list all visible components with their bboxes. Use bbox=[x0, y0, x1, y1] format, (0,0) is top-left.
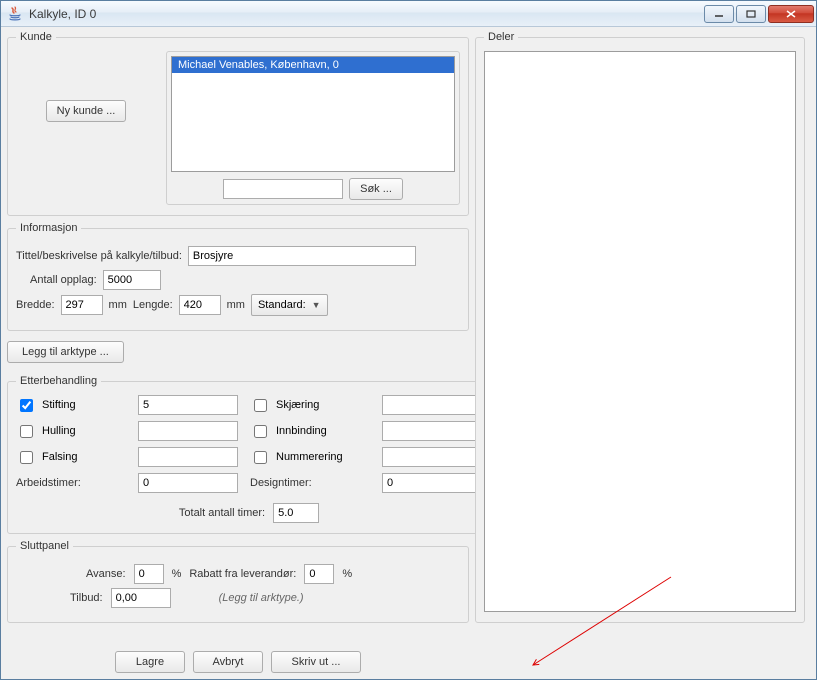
rabatt-input[interactable] bbox=[304, 564, 334, 584]
sluttpanel-group: Sluttpanel Avanse: % Rabatt fra leverand… bbox=[7, 540, 469, 623]
deler-group: Deler bbox=[475, 31, 805, 623]
deler-legend: Deler bbox=[484, 31, 518, 43]
java-icon bbox=[7, 6, 23, 22]
kunde-group: Kunde Ny kunde ... Michael Venables, Køb… bbox=[7, 31, 469, 216]
customer-search-input[interactable] bbox=[223, 179, 343, 199]
lengde-input[interactable] bbox=[179, 295, 221, 315]
print-button[interactable]: Skriv ut ... bbox=[271, 651, 361, 673]
nummerering-checkbox[interactable]: Nummerering bbox=[250, 448, 370, 467]
mm-label-2: mm bbox=[227, 299, 245, 311]
title-input[interactable] bbox=[188, 246, 416, 266]
window: Kalkyle, ID 0 Kunde Ny kunde ... bbox=[0, 0, 817, 680]
arktype-note: (Legg til arktype.) bbox=[219, 592, 304, 604]
save-button[interactable]: Lagre bbox=[115, 651, 185, 673]
skjaering-checkbox[interactable]: Skjæring bbox=[250, 396, 370, 415]
total-timer-input[interactable] bbox=[273, 503, 319, 523]
customer-search-button[interactable]: Søk ... bbox=[349, 178, 403, 200]
rabatt-pct: % bbox=[342, 568, 352, 580]
bredde-input[interactable] bbox=[61, 295, 103, 315]
new-customer-button[interactable]: Ny kunde ... bbox=[46, 100, 127, 122]
mm-label-1: mm bbox=[109, 299, 127, 311]
designtimer-label: Designtimer: bbox=[250, 477, 370, 489]
add-arktype-button[interactable]: Legg til arktype ... bbox=[7, 341, 124, 363]
lengde-label: Lengde: bbox=[133, 299, 173, 311]
close-button[interactable] bbox=[768, 5, 814, 23]
falsing-label: Falsing bbox=[42, 451, 77, 463]
hulling-input[interactable] bbox=[138, 421, 238, 441]
cancel-button[interactable]: Avbryt bbox=[193, 651, 263, 673]
arbeidstimer-input[interactable] bbox=[138, 473, 238, 493]
avanse-input[interactable] bbox=[134, 564, 164, 584]
innbinding-checkbox[interactable]: Innbinding bbox=[250, 422, 370, 441]
arbeidstimer-label: Arbeidstimer: bbox=[16, 477, 126, 489]
hulling-label: Hulling bbox=[42, 425, 76, 437]
tilbud-input[interactable] bbox=[111, 588, 171, 608]
titlebar[interactable]: Kalkyle, ID 0 bbox=[1, 1, 816, 27]
hulling-checkbox[interactable]: Hulling bbox=[16, 422, 126, 441]
informasjon-legend: Informasjon bbox=[16, 222, 81, 234]
customer-list[interactable]: Michael Venables, København, 0 bbox=[171, 56, 455, 172]
opplag-label: Antall opplag: bbox=[30, 274, 97, 286]
rabatt-label: Rabatt fra leverandør: bbox=[189, 568, 296, 580]
bottom-button-row: Lagre Avbryt Skriv ut ... bbox=[7, 651, 469, 673]
etterbehandling-group: Etterbehandling Stifting Skjæring bbox=[7, 375, 491, 534]
client-area: Kunde Ny kunde ... Michael Venables, Køb… bbox=[1, 27, 816, 679]
standard-label: Standard: bbox=[258, 299, 306, 311]
window-title: Kalkyle, ID 0 bbox=[29, 7, 702, 21]
innbinding-input[interactable] bbox=[382, 421, 482, 441]
avanse-pct: % bbox=[172, 568, 182, 580]
skjaering-input[interactable] bbox=[382, 395, 482, 415]
skjaering-label: Skjæring bbox=[276, 399, 319, 411]
title-label: Tittel/beskrivelse på kalkyle/tilbud: bbox=[16, 250, 182, 262]
stifting-label: Stifting bbox=[42, 399, 76, 411]
nummerering-label: Nummerering bbox=[276, 451, 343, 463]
total-timer-label: Totalt antall timer: bbox=[179, 507, 265, 519]
kunde-legend: Kunde bbox=[16, 31, 56, 43]
innbinding-check-input[interactable] bbox=[254, 425, 267, 438]
stifting-input[interactable] bbox=[138, 395, 238, 415]
designtimer-input[interactable] bbox=[382, 473, 482, 493]
falsing-check-input[interactable] bbox=[20, 451, 33, 464]
etterbehandling-legend: Etterbehandling bbox=[16, 375, 101, 387]
falsing-checkbox[interactable]: Falsing bbox=[16, 448, 126, 467]
opplag-input[interactable] bbox=[103, 270, 161, 290]
bredde-label: Bredde: bbox=[16, 299, 55, 311]
customer-list-item[interactable]: Michael Venables, København, 0 bbox=[172, 57, 454, 73]
minimize-button[interactable] bbox=[704, 5, 734, 23]
window-buttons bbox=[702, 5, 814, 23]
falsing-input[interactable] bbox=[138, 447, 238, 467]
standard-dropdown[interactable]: Standard: ▼ bbox=[251, 294, 328, 316]
informasjon-group: Informasjon Tittel/beskrivelse på kalkyl… bbox=[7, 222, 469, 331]
innbinding-label: Innbinding bbox=[276, 425, 327, 437]
skjaering-check-input[interactable] bbox=[254, 399, 267, 412]
nummerering-check-input[interactable] bbox=[254, 451, 267, 464]
deler-list[interactable] bbox=[484, 51, 796, 612]
nummerering-input[interactable] bbox=[382, 447, 482, 467]
tilbud-label: Tilbud: bbox=[70, 592, 103, 604]
sluttpanel-legend: Sluttpanel bbox=[16, 540, 73, 552]
chevron-down-icon: ▼ bbox=[312, 300, 321, 310]
avanse-label: Avanse: bbox=[86, 568, 126, 580]
stifting-checkbox[interactable]: Stifting bbox=[16, 396, 126, 415]
maximize-button[interactable] bbox=[736, 5, 766, 23]
customer-panel: Michael Venables, København, 0 Søk ... bbox=[166, 51, 460, 205]
stifting-check-input[interactable] bbox=[20, 399, 33, 412]
hulling-check-input[interactable] bbox=[20, 425, 33, 438]
